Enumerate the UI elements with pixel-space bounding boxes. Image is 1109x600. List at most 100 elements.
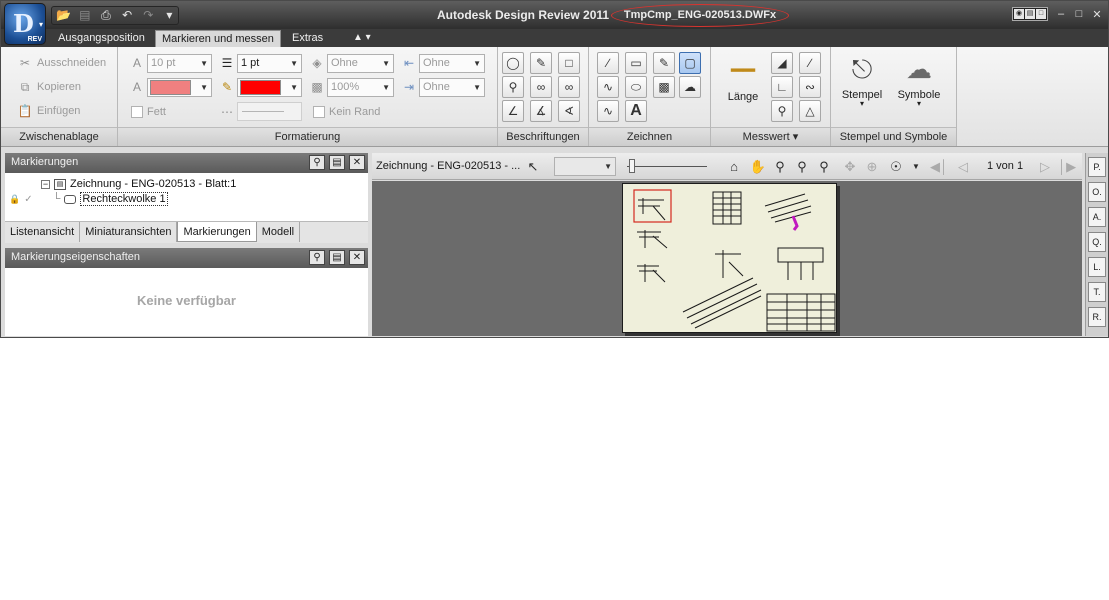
close-icon[interactable]: ✕ (349, 155, 365, 170)
cloud-leader-icon[interactable]: ∞ (530, 76, 552, 98)
angle-measure-icon[interactable]: ∟ (771, 76, 793, 98)
previous-page-icon[interactable]: ◁ (954, 158, 972, 176)
triangle-measure-icon[interactable]: △ (799, 100, 821, 122)
close-icon[interactable]: ✕ (349, 250, 365, 265)
line-style-combo[interactable] (237, 102, 302, 121)
tab-markieren-und-messen[interactable]: Markieren und messen (155, 30, 281, 47)
distance-measure-icon[interactable]: ∕ (799, 52, 821, 74)
last-page-icon[interactable]: │▶ (1058, 158, 1076, 176)
cloud-icon[interactable]: ☁ (679, 76, 701, 98)
symbols-button[interactable]: ☁ Symbole ▾ (895, 53, 943, 108)
highlighter-icon[interactable]: ▩ (653, 76, 675, 98)
font-size-combo[interactable]: 10 pt ▼ (147, 54, 212, 73)
text-icon[interactable]: A (625, 100, 647, 122)
side-tab-a[interactable]: A. (1088, 207, 1106, 227)
freehand-icon[interactable]: ∿ (597, 100, 619, 122)
tab-extras[interactable]: Extras (286, 30, 329, 47)
drawing-viewport[interactable] (372, 181, 1082, 336)
zoom-icon[interactable]: ⚲ (771, 158, 789, 176)
tree-item-cloud[interactable]: 🔒 ✓ └ Rechteckwolke 1 (9, 192, 168, 206)
dock-icon[interactable]: ▤ (329, 250, 345, 265)
print-icon[interactable]: ⎙ (97, 8, 114, 23)
open-icon[interactable]: 📂 (55, 8, 72, 23)
polyline-measure-icon[interactable]: ∾ (799, 76, 821, 98)
next-page-icon[interactable]: ▷ (1036, 158, 1054, 176)
side-tab-q[interactable]: Q. (1088, 232, 1106, 252)
arrow-start-combo[interactable]: Ohne ▼ (419, 54, 485, 73)
rectangle-icon[interactable]: ▭ (625, 52, 647, 74)
qat-dropdown-icon[interactable]: ▾ (161, 8, 178, 23)
link-icon[interactable]: ∞ (558, 76, 580, 98)
line-icon[interactable]: ∕ (597, 52, 619, 74)
leader-icon[interactable]: ✎ (530, 52, 552, 74)
pencil-icon[interactable]: ✎ (653, 52, 675, 74)
opacity-combo[interactable]: 100% ▼ (327, 78, 394, 97)
tab-model[interactable]: Modell (257, 222, 301, 242)
collapse-icon[interactable]: − (41, 179, 50, 189)
tab-thumbnails[interactable]: Miniaturansichten (80, 222, 178, 242)
tree-item-cloud-label: Rechteckwolke 1 (80, 192, 168, 206)
zoom-slider[interactable] (627, 159, 707, 173)
ribbon-minimize-icon[interactable]: ▲ ▾ (347, 30, 377, 47)
close-button[interactable]: ✕ (1092, 8, 1102, 21)
turntable-icon[interactable]: ⊕ (863, 158, 881, 176)
camera-icon[interactable]: ◉ (1014, 9, 1024, 19)
chevron-down-icon[interactable]: ▼ (907, 158, 925, 176)
measure-panel-title[interactable]: Messwert ▾ (711, 127, 830, 146)
maximize-button[interactable]: □ (1074, 8, 1084, 20)
first-page-icon[interactable]: ◀│ (930, 158, 948, 176)
view-combo[interactable]: ▼ (554, 157, 616, 176)
steering-wheel-icon[interactable]: ☉ (887, 158, 905, 176)
side-tab-r[interactable]: R. (1088, 307, 1106, 327)
orbit-icon[interactable]: ✥ (841, 158, 859, 176)
select-cursor-icon[interactable]: ↖ (524, 158, 542, 176)
stamp-button[interactable]: ⎋ Stempel ▾ (839, 53, 885, 108)
search-icon[interactable]: ⚲ (502, 76, 524, 98)
cut-button[interactable]: ✂ Ausschneiden (17, 53, 106, 73)
coordinate-icon[interactable]: ⚲ (771, 100, 793, 122)
pan-icon[interactable]: ✋ (749, 158, 767, 176)
area-measure-icon[interactable]: ◢ (771, 52, 793, 74)
save-icon[interactable]: ▤ (76, 8, 93, 23)
slider-thumb[interactable] (629, 159, 635, 173)
lock-icon[interactable]: 🔒 (9, 194, 20, 205)
fullscreen-icon[interactable]: □ (1036, 9, 1046, 19)
tree-item-drawing[interactable]: − ▤ Zeichnung - ENG-020513 - Blatt:1 (41, 178, 236, 190)
paste-button[interactable]: 📋 Einfügen (17, 101, 81, 121)
zoom-window-icon[interactable]: ⚲ (793, 158, 811, 176)
callout-icon[interactable]: ◯ (502, 52, 524, 74)
ellipse-icon[interactable]: ⬭ (625, 76, 647, 98)
polyline-icon[interactable]: ∠ (502, 100, 524, 122)
panel-icon[interactable]: ▤ (1025, 9, 1035, 19)
side-tab-object[interactable]: O. (1088, 182, 1106, 202)
drawing-sheet[interactable] (622, 183, 837, 333)
bold-checkbox[interactable]: Fett (131, 102, 166, 122)
angle-icon[interactable]: ∡ (530, 100, 552, 122)
fit-window-icon[interactable]: ⚲ (815, 158, 833, 176)
line-weight-combo[interactable]: 1 pt ▼ (237, 54, 302, 73)
undo-icon[interactable]: ↶ (119, 8, 136, 23)
arrow-end-combo[interactable]: Ohne ▼ (419, 78, 485, 97)
pin-icon[interactable]: ⚲ (309, 155, 325, 170)
side-tab-text[interactable]: T. (1088, 282, 1106, 302)
copy-button[interactable]: ⧉ Kopieren (17, 77, 81, 97)
length-button[interactable]: ━━ Länge (723, 55, 763, 103)
pin-icon[interactable]: ⚲ (309, 250, 325, 265)
application-menu-button[interactable]: D ▾ REV (4, 3, 46, 45)
polyline-draw-icon[interactable]: ∿ (597, 76, 619, 98)
home-icon[interactable]: ⌂ (725, 158, 743, 176)
no-border-checkbox[interactable]: Kein Rand (313, 102, 380, 122)
side-tab-layers[interactable]: L. (1088, 257, 1106, 277)
area-icon[interactable]: ∢ (558, 100, 580, 122)
tab-markups[interactable]: Markierungen (177, 222, 257, 242)
dock-icon[interactable]: ▤ (329, 155, 345, 170)
tab-ausgangsposition[interactable]: Ausgangsposition (52, 30, 151, 47)
rectangle-cloud-icon[interactable]: ▢ (679, 52, 701, 74)
redo-icon[interactable]: ↷ (140, 8, 157, 23)
fill-combo[interactable]: Ohne ▼ (327, 54, 394, 73)
note-icon[interactable]: □ (558, 52, 580, 74)
checkmark-icon[interactable]: ✓ (24, 194, 32, 205)
side-tab-properties[interactable]: P. (1088, 157, 1106, 177)
tab-list-view[interactable]: Listenansicht (5, 222, 81, 242)
minimize-button[interactable]: – (1056, 8, 1066, 20)
